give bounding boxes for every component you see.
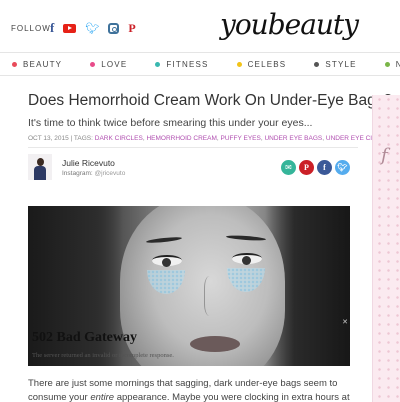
- facebook-share-icon[interactable]: f: [317, 160, 332, 175]
- social-links: f 🐦︎ P: [50, 20, 136, 36]
- pinterest-share-icon[interactable]: P: [299, 160, 314, 175]
- nav-item-label: NUTRITION: [396, 60, 400, 69]
- article-paragraph: There are just some mornings that saggin…: [28, 377, 358, 402]
- nav-dot-icon: [155, 61, 161, 67]
- nose-shape: [204, 276, 222, 316]
- right-eye-shape: [232, 253, 262, 265]
- hero-image: 502 Bad Gateway The server returned an i…: [28, 206, 350, 366]
- nav-item-label: CELEBS: [247, 59, 287, 69]
- article: Does Hemorrhoid Cream Work On Under-Eye …: [28, 92, 394, 180]
- main-nav: BEAUTYLOVEFITNESSCELEBSSTYLENUTRITIONLIF: [0, 52, 400, 76]
- site-header: FOLLOW f 🐦︎ P youbeauty: [0, 0, 400, 52]
- article-subtitle: It's time to think twice before smearing…: [28, 117, 313, 129]
- nav-item-celebs[interactable]: CELEBS: [236, 59, 287, 69]
- instagram-label: Instagram:: [62, 170, 93, 177]
- author-avatar[interactable]: [28, 154, 52, 180]
- left-eye-shape: [152, 255, 182, 267]
- tag-link[interactable]: PUFFY EYES: [220, 135, 260, 142]
- nav-dot-icon: [12, 61, 17, 67]
- paragraph-emphasis: entire: [90, 392, 115, 402]
- share-buttons: ✉ P f 🐦︎: [281, 160, 350, 175]
- sidebar-ad[interactable]: f: [372, 95, 400, 402]
- nav-dot-icon: [90, 61, 96, 67]
- tag-link[interactable]: DARK CIRCLES: [95, 135, 143, 142]
- article-date: OCT 13, 2015: [28, 135, 69, 142]
- article-title: Does Hemorrhoid Cream Work On Under-Eye …: [28, 92, 393, 109]
- ad-close-icon[interactable]: ✕: [342, 318, 348, 326]
- nav-item-label: STYLE: [325, 59, 357, 69]
- ad-error-title: 502 Bad Gateway: [32, 330, 137, 345]
- instagram-handle[interactable]: @jricevuto: [95, 170, 126, 177]
- ad-pattern: [375, 95, 400, 402]
- ad-letter: f: [381, 145, 388, 166]
- twitter-share-icon[interactable]: 🐦︎: [335, 160, 350, 175]
- nav-item-label: FITNESS: [166, 59, 209, 69]
- facebook-icon[interactable]: f: [50, 20, 54, 36]
- author-instagram: Instagram: @jricevuto: [62, 170, 125, 177]
- email-share-icon[interactable]: ✉: [281, 160, 296, 175]
- tags-list: DARK CIRCLES, HEMORRHOID CREAM, PUFFY EY…: [94, 135, 394, 142]
- nav-dot-icon: [314, 61, 320, 67]
- follow-label: FOLLOW: [11, 24, 51, 33]
- nav-item-label: BEAUTY: [23, 59, 63, 69]
- author-block: Julie Ricevuto Instagram: @jricevuto ✉ P…: [28, 154, 358, 186]
- nav-item-love[interactable]: LOVE: [90, 60, 127, 69]
- site-logo[interactable]: youbeauty: [220, 8, 359, 41]
- nav-item-beauty[interactable]: BEAUTY: [12, 60, 62, 69]
- instagram-icon[interactable]: [108, 22, 120, 34]
- tag-link[interactable]: HEMORRHOID CREAM: [146, 135, 216, 142]
- pinterest-icon[interactable]: P: [128, 21, 135, 36]
- nav-item-nutrition[interactable]: NUTRITION: [384, 60, 400, 69]
- tag-link[interactable]: UNDER EYE BAGS: [264, 135, 322, 142]
- nav-item-fitness[interactable]: FITNESS: [155, 60, 208, 69]
- nav-dot-icon: [236, 61, 242, 67]
- nav-dot-icon: [384, 61, 390, 67]
- nav-item-label: LOVE: [101, 59, 128, 69]
- article-meta: OCT 13, 2015 | TAGS: DARK CIRCLES, HEMOR…: [28, 135, 394, 148]
- tags-label: TAGS:: [73, 135, 93, 142]
- author-name[interactable]: Julie Ricevuto: [62, 158, 115, 168]
- nav-item-style[interactable]: STYLE: [314, 60, 356, 69]
- youtube-icon[interactable]: [63, 23, 77, 33]
- ad-error-text: The server returned an invalid or incomp…: [32, 352, 174, 359]
- twitter-icon[interactable]: 🐦︎: [85, 22, 99, 35]
- lips-shape: [190, 336, 240, 352]
